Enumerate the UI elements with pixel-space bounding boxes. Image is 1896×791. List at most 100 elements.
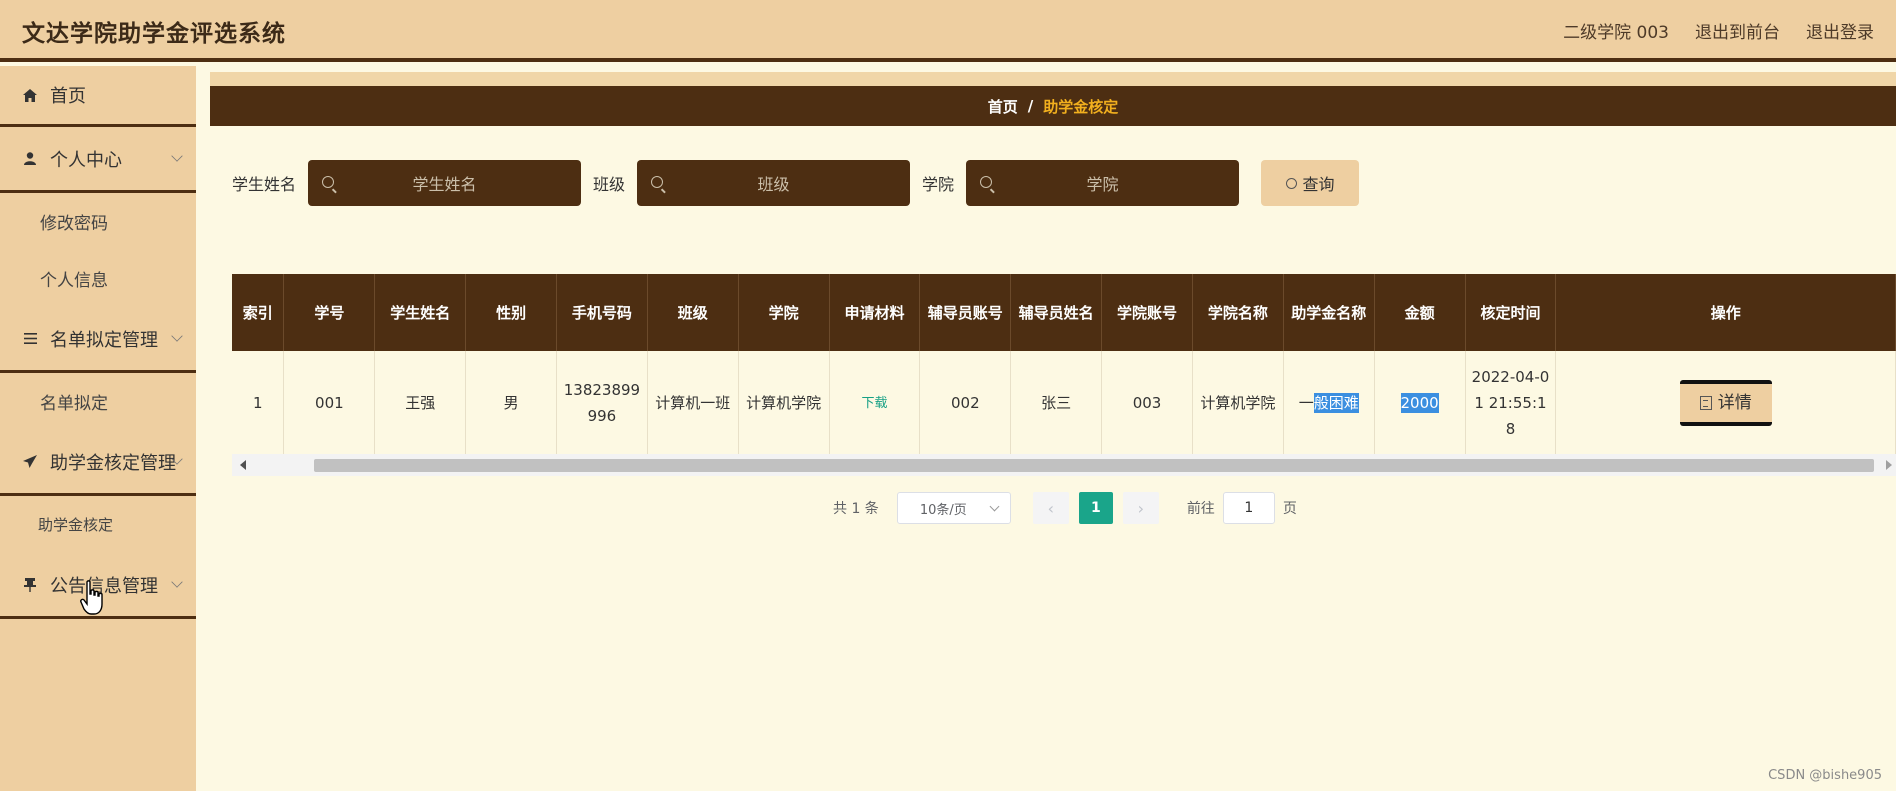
sidebar-subitem-grant-approval[interactable]: 助学金核定 (0, 496, 196, 553)
sidebar-item-personal-center[interactable]: 个人中心 (0, 127, 196, 193)
column-header: 索引 (232, 274, 285, 351)
app-title: 文达学院助学金评选系统 (22, 21, 286, 47)
chevron-down-icon (171, 330, 183, 342)
column-header: 核定时间 (1465, 274, 1557, 351)
cell-amount: 2000 (1374, 351, 1466, 456)
sidebar-item-home[interactable]: 首页 (0, 66, 196, 127)
column-header: 学号 (283, 274, 376, 351)
send-icon (22, 455, 38, 468)
column-header: 学院账号 (1101, 274, 1193, 351)
detail-button[interactable]: 详情 (1679, 379, 1772, 426)
class-label: 班级 (593, 175, 626, 194)
student-name-placeholder: 学生姓名 (412, 175, 477, 194)
pagination: 共 1 条 10条/页 ‹ 1 › 前往 1 页 (833, 492, 1297, 524)
sidebar-item-list-mgmt[interactable]: 名单拟定管理 (0, 307, 196, 373)
student-name-label: 学生姓名 (232, 175, 297, 194)
current-user-label: 二级学院 003 (1563, 23, 1669, 43)
search-icon (1285, 177, 1297, 189)
download-link[interactable]: 下载 (861, 396, 887, 411)
goto-page-input[interactable]: 1 (1222, 492, 1275, 524)
breadcrumb: 首页 / 助学金核定 (210, 86, 1896, 126)
prev-page-button[interactable]: ‹ (1032, 492, 1069, 524)
page-number-button[interactable]: 1 (1078, 492, 1113, 524)
breadcrumb-home[interactable]: 首页 (988, 96, 1018, 117)
goto-label: 前往 (1186, 501, 1215, 517)
sidebar-subitem-change-password[interactable]: 修改密码 (0, 193, 196, 250)
main-top-strip (210, 72, 1896, 86)
column-header: 金额 (1374, 274, 1466, 351)
college-input[interactable]: 学院 (966, 160, 1240, 206)
horizontal-scrollbar[interactable] (232, 454, 1896, 476)
grant-name-prefix: 一 (1298, 393, 1314, 412)
cell-counselor-name: 张三 (1010, 351, 1103, 456)
pagination-total: 共 1 条 (833, 501, 879, 517)
class-input[interactable]: 班级 (637, 160, 911, 206)
detail-button-label: 详情 (1717, 392, 1752, 413)
logout-link[interactable]: 退出登录 (1806, 18, 1874, 43)
column-header: 学院名称 (1192, 274, 1284, 351)
breadcrumb-current: 助学金核定 (1043, 97, 1119, 116)
cell-index: 1 (232, 351, 285, 456)
cell-gender: 男 (465, 351, 557, 456)
search-icon (651, 176, 664, 188)
student-name-input[interactable]: 学生姓名 (308, 160, 582, 206)
user-icon (22, 152, 38, 165)
chevron-down-icon (171, 576, 183, 588)
class-placeholder: 班级 (757, 175, 790, 194)
cell-college: 计算机学院 (738, 351, 830, 456)
cell-action: 详情 (1555, 351, 1896, 456)
column-header: 性别 (465, 274, 557, 351)
search-icon (322, 176, 335, 188)
page-size-value: 10条/页 (919, 502, 967, 518)
next-page-button[interactable]: › (1122, 492, 1159, 524)
column-header: 手机号码 (556, 274, 648, 351)
cell-approval-time: 2022-04-01 21:55:18 (1465, 351, 1557, 456)
scroll-left-arrow-icon[interactable] (240, 460, 246, 470)
page-suffix-label: 页 (1282, 501, 1297, 517)
sidebar-item-label: 名单拟定管理 (50, 329, 158, 351)
query-button[interactable]: 查询 (1261, 160, 1360, 206)
cell-material: 下载 (829, 351, 921, 456)
cell-college-account: 003 (1101, 351, 1193, 456)
top-header: 文达学院助学金评选系统 二级学院 003 退出到前台 退出登录 (0, 0, 1896, 62)
scrollbar-thumb[interactable] (314, 459, 1874, 472)
column-header: 学院 (738, 274, 830, 351)
breadcrumb-separator: / (1027, 97, 1034, 115)
cell-student-id: 001 (283, 351, 376, 456)
college-placeholder: 学院 (1086, 175, 1119, 194)
query-button-label: 查询 (1302, 175, 1335, 194)
column-header: 申请材料 (829, 274, 921, 351)
cell-phone: 13823899996 (556, 351, 648, 456)
page-size-select[interactable]: 10条/页 (896, 492, 1011, 524)
sidebar-item-label: 个人中心 (50, 149, 122, 171)
grant-name-selected-text: 般困难 (1313, 392, 1359, 413)
sidebar-subitem-list-draft[interactable]: 名单拟定 (0, 373, 196, 430)
cell-name: 王强 (374, 351, 467, 456)
sidebar-item-grant-approval-mgmt[interactable]: 助学金核定管理 (0, 430, 196, 496)
table-row: 1 001 王强 男 13823899996 计算机一班 计算机学院 下载 00… (232, 351, 1896, 456)
search-icon (980, 176, 993, 188)
chevron-down-icon (171, 150, 183, 162)
header-links: 二级学院 003 退出到前台 退出登录 (1563, 18, 1874, 43)
chevron-down-icon (989, 501, 1000, 512)
exit-to-front-link[interactable]: 退出到前台 (1695, 18, 1780, 43)
column-header: 班级 (647, 274, 739, 351)
sidebar: 首页 个人中心 修改密码 个人信息 名单拟定管理 名单拟定 助学金核定管理 助学… (0, 66, 200, 791)
column-header: 操作 (1555, 274, 1896, 351)
cell-counselor-account: 002 (919, 351, 1012, 456)
table-header-row: 索引 学号 学生姓名 性别 手机号码 班级 学院 申请材料 辅导员账号 辅导员姓… (232, 274, 1896, 351)
college-label: 学院 (922, 175, 955, 194)
document-icon (1699, 395, 1712, 410)
sidebar-subitem-personal-info[interactable]: 个人信息 (0, 250, 196, 307)
pin-icon (22, 577, 38, 592)
column-header: 辅导员账号 (919, 274, 1012, 351)
cell-college-name: 计算机学院 (1192, 351, 1284, 456)
cell-grant-name: 一般困难 (1283, 351, 1375, 456)
sidebar-item-label: 首页 (50, 86, 86, 107)
amount-selected-text: 2000 (1400, 392, 1439, 413)
list-icon (22, 333, 38, 344)
data-table: 索引 学号 学生姓名 性别 手机号码 班级 学院 申请材料 辅导员账号 辅导员姓… (232, 274, 1896, 456)
home-icon (22, 88, 38, 102)
scroll-right-arrow-icon[interactable] (1886, 460, 1892, 470)
column-header: 辅导员姓名 (1010, 274, 1103, 351)
